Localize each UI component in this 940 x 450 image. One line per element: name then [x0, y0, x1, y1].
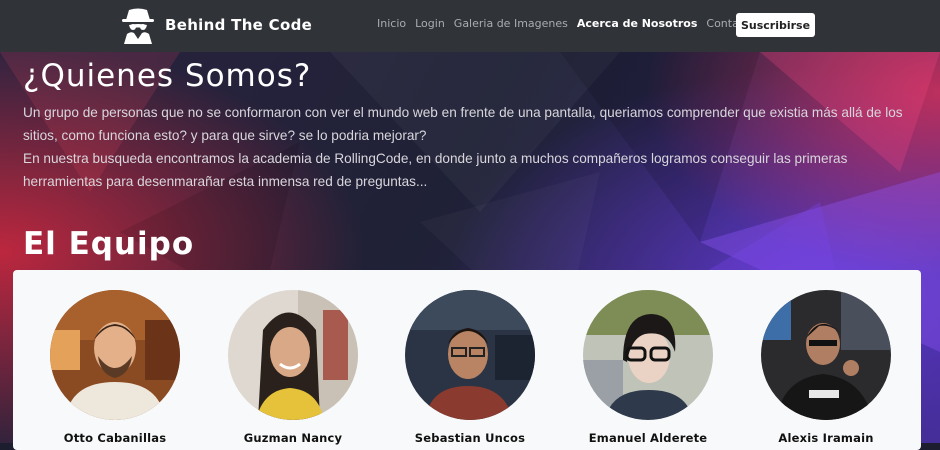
avatar: [761, 290, 891, 420]
team-member: Sebastian Uncos: [390, 290, 550, 445]
brand-name: Behind The Code: [165, 16, 313, 34]
about-text: Un grupo de personas que no se conformar…: [23, 101, 923, 193]
team-member: Guzman Nancy: [213, 290, 373, 445]
avatar: [583, 290, 713, 420]
team-member: Emanuel Alderete: [568, 290, 728, 445]
avatar: [405, 290, 535, 420]
team-member: Alexis Iramain: [746, 290, 906, 445]
about-paragraph-2: En nuestra busqueda encontramos la acade…: [23, 151, 848, 189]
avatar: [228, 290, 358, 420]
nav-link-login[interactable]: Login: [415, 17, 445, 30]
nav-link-galeria[interactable]: Galeria de Imagenes: [454, 17, 568, 30]
team-member: Otto Cabanillas: [35, 290, 195, 445]
about-title: ¿Quienes Somos?: [23, 58, 312, 94]
team-title: El Equipo: [23, 226, 195, 262]
spy-icon: [122, 8, 154, 44]
brand-link[interactable]: Behind The Code: [120, 6, 312, 44]
nav-link-inicio[interactable]: Inicio: [377, 17, 406, 30]
about-paragraph-1: Un grupo de personas que no se conformar…: [23, 105, 903, 143]
navbar: Behind The Code Inicio Login Galeria de …: [0, 0, 940, 52]
main-nav: Inicio Login Galeria de Imagenes Acerca …: [377, 17, 765, 30]
nav-link-acerca[interactable]: Acerca de Nosotros: [577, 17, 698, 30]
avatar: [50, 290, 180, 420]
team-card: Otto Cabanillas Guzman Nancy Sebastian U…: [13, 270, 921, 450]
subscribe-button[interactable]: Suscribirse: [736, 13, 815, 37]
